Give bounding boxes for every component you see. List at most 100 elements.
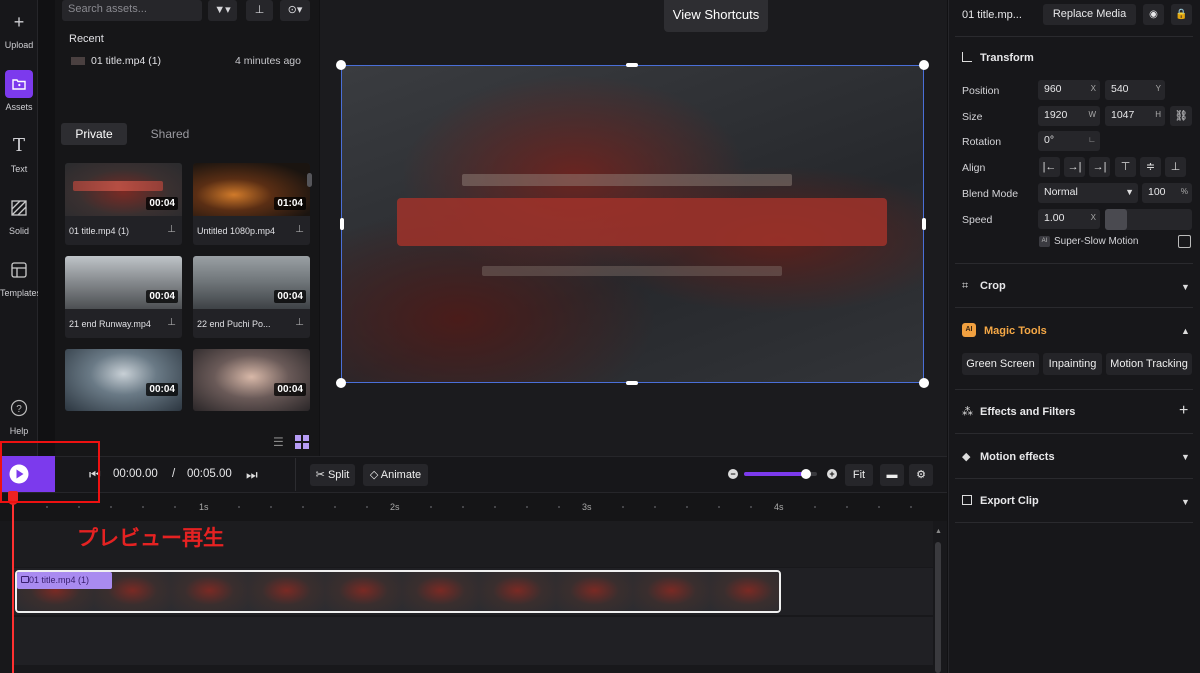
align-center-h-icon[interactable]: →|← [1064,157,1085,193]
crop-title[interactable]: Crop [980,280,1006,292]
chevron-down-icon[interactable]: ▼ [1181,282,1190,292]
motion-effects-icon: ◆ [962,451,971,463]
filter-button[interactable]: ▼▾ [208,0,237,21]
chevron-down-icon[interactable]: ▼ [1181,452,1190,462]
asset-name: 01 title.mp4 (1) [69,226,130,236]
rail-help[interactable]: ? Help [0,394,38,436]
list-view-icon[interactable]: ☰ [273,435,284,449]
resize-handle[interactable] [919,378,929,388]
rail-solid[interactable]: Solid [0,194,38,236]
asset-card[interactable]: 00:04 01 title.mp4 (1) ⊥ [65,163,182,245]
track-lane[interactable] [14,617,933,665]
crop-icon: ⌗ [962,280,969,292]
resize-handle[interactable] [626,381,638,385]
search-input[interactable]: Search assets... [62,0,202,21]
y-unit: Y [1155,84,1161,93]
animate-button[interactable]: ◇ Animate [363,464,428,486]
chevron-up-icon[interactable]: ▲ [1181,326,1190,336]
motion-effects-title[interactable]: Motion effects [980,451,1055,463]
asset-card[interactable]: 00:04 [193,349,310,411]
ruler-tick [526,506,528,508]
size-h-input[interactable]: 1047 H [1105,106,1165,126]
video-clip[interactable] [15,570,781,613]
chevron-down-icon[interactable]: ▼ [1181,497,1190,507]
resize-handle[interactable] [340,218,344,230]
resize-handle[interactable] [336,378,346,388]
tab-private[interactable]: Private [61,123,127,145]
inpainting-button[interactable]: Inpainting [1043,353,1102,375]
align-top-icon[interactable]: ⊤ [1115,157,1136,177]
pin-icon[interactable]: ⊥ [295,224,304,235]
speed-slider[interactable] [1105,209,1192,230]
green-screen-button[interactable]: Green Screen [962,353,1039,375]
rail-upload-label: Upload [4,40,34,50]
grid-view-icon[interactable] [295,435,310,450]
percent-unit: % [1180,187,1188,196]
rail-upload[interactable]: + Upload [0,8,38,50]
position-y-input[interactable]: 540 Y [1105,80,1165,100]
rail-templates[interactable]: Templates [0,256,42,298]
rail-assets[interactable]: Assets [0,70,38,112]
size-w-input[interactable]: 1920 W [1038,106,1100,126]
super-slow-checkbox[interactable] [1178,235,1191,248]
export-clip-title[interactable]: Export Clip [980,495,1039,507]
pin-icon[interactable]: ⊥ [167,224,176,235]
preview-canvas[interactable] [341,65,924,383]
align-right-icon[interactable]: →| [1089,157,1110,177]
ruler-tick [878,506,880,508]
asset-card[interactable]: 01:04 Untitled 1080p.mp4 ⊥ [193,163,310,245]
speed-slider-knob[interactable] [1105,209,1127,230]
settings-gear-icon[interactable]: ⚙ [909,464,933,486]
rotation-input[interactable]: 0° ∟ [1038,131,1100,151]
ruler-tick [334,506,336,508]
align-middle-icon[interactable]: ≑ [1140,157,1161,177]
opacity-input[interactable]: 100% [1142,183,1192,203]
motion-tracking-button[interactable]: Motion Tracking [1106,353,1192,375]
visibility-icon[interactable]: ◉ [1143,4,1164,25]
pin-icon[interactable]: ⊥ [167,317,176,328]
position-x-input[interactable]: 960 X [1038,80,1100,100]
zoom-out-icon[interactable]: − [728,469,738,479]
rail-templates-label: Templates [0,288,42,298]
asset-card[interactable]: 00:04 21 end Runway.mp4 ⊥ [65,256,182,338]
h-unit: H [1155,110,1161,119]
pin-icon[interactable]: ⊥ [295,317,304,328]
add-icon[interactable]: + [1179,402,1188,420]
resize-handle[interactable] [336,60,346,70]
replace-media-button[interactable]: Replace Media [1043,4,1136,25]
snap-icon[interactable]: ▬ [880,464,904,486]
asset-card[interactable]: 00:04 22 end Puchi Po... ⊥ [193,256,310,338]
zoom-in-icon[interactable]: + [827,469,837,479]
skip-end-icon[interactable]: ⏭ [246,467,258,483]
view-shortcuts-button[interactable]: View Shortcuts [664,0,768,32]
align-bottom-icon[interactable]: ⊥ [1165,157,1186,177]
resize-handle[interactable] [922,218,926,230]
asset-card[interactable]: 00:04 [65,349,182,411]
zoom-slider-knob[interactable] [801,469,812,479]
magic-tools-title[interactable]: Magic Tools [984,325,1047,337]
fit-button[interactable]: Fit [845,464,873,486]
effects-title[interactable]: Effects and Filters [980,406,1075,418]
playhead[interactable] [12,491,14,673]
zoom-slider[interactable] [744,469,817,479]
rail-text[interactable]: T Text [0,132,38,174]
ruler-tick [142,506,144,508]
recent-item[interactable]: 01 title.mp4 (1) 4 minutes ago [71,52,311,70]
assets-scrollbar[interactable] [307,173,312,187]
effects-icon: ⁂ [962,406,973,418]
blend-mode-select[interactable]: Normal ▼ [1038,183,1138,203]
split-button[interactable]: ✂ Split [310,464,355,486]
link-icon[interactable]: ⛓ [1170,106,1192,126]
scroll-up-icon[interactable]: ▲ [935,528,942,535]
lock-icon[interactable]: 🔒 [1171,4,1192,25]
pin-button[interactable]: ⊥ [246,0,273,21]
align-left-icon[interactable]: |← [1039,157,1060,177]
timeline-scrollbar[interactable] [935,542,941,673]
x-unit: X [1090,84,1096,93]
asset-duration: 00:04 [146,383,178,396]
tab-shared[interactable]: Shared [137,123,203,145]
speed-input[interactable]: 1.00 X [1038,209,1100,229]
more-button[interactable]: ⊙▾ [280,0,310,21]
resize-handle[interactable] [626,63,638,67]
resize-handle[interactable] [919,60,929,70]
